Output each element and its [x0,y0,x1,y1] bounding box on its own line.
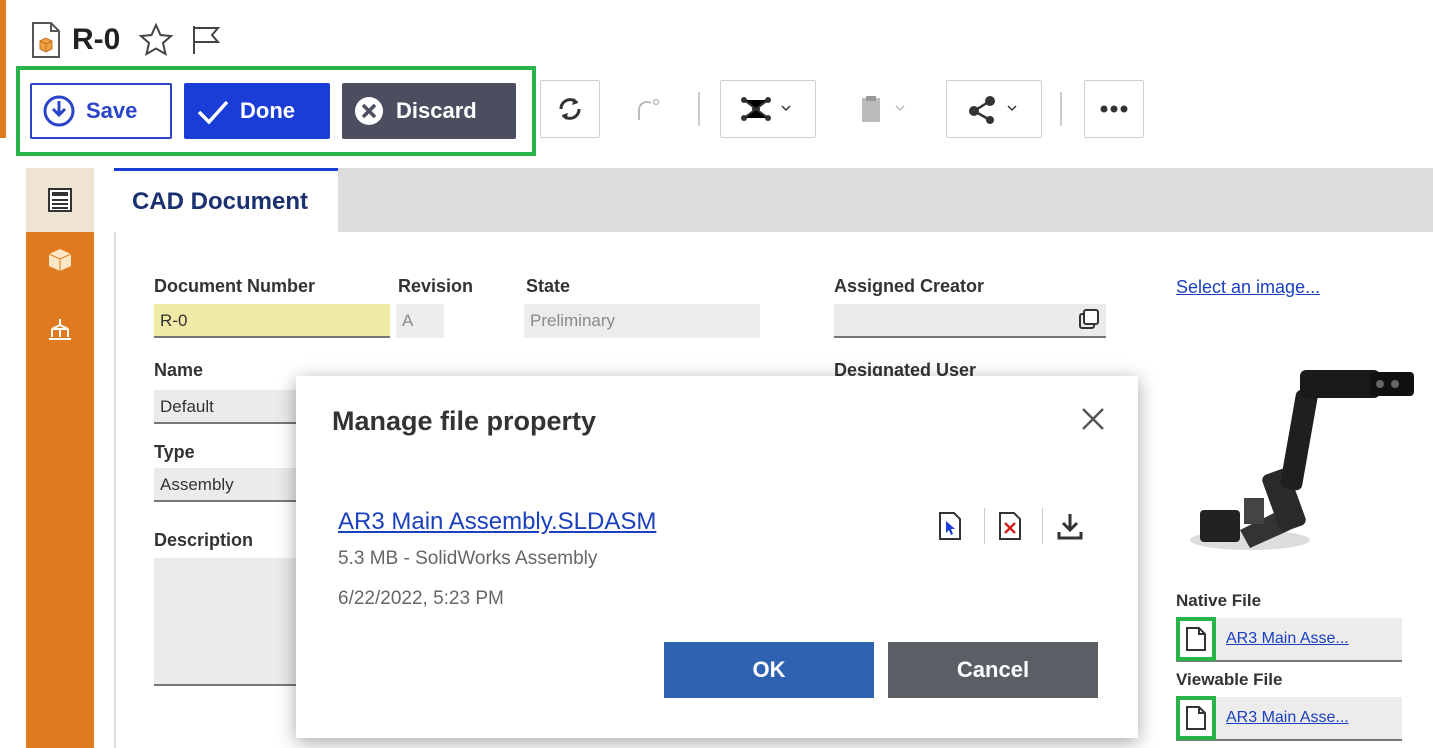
save-button[interactable]: Save [30,83,172,139]
cube-icon [48,249,72,271]
type-label: Type [154,442,195,462]
cancel-button[interactable]: Cancel [888,642,1098,698]
nav-item-form[interactable] [26,168,94,232]
native-file-link[interactable]: AR3 Main Asse... [1226,630,1349,648]
icon-divider [1042,508,1043,544]
nav-item-structure[interactable] [26,308,94,352]
discard-label: Discard [396,98,477,123]
title-row: R-0 [30,18,238,62]
nav-item-3d-view[interactable] [26,238,94,282]
save-icon [43,95,75,127]
done-label: Done [240,98,295,123]
share-icon [969,96,1017,124]
viewable-file-link[interactable]: AR3 Main Asse... [1226,709,1349,727]
star-icon[interactable] [138,22,174,58]
manage-file-property-dialog: Manage file property AR3 Main Assembly.S… [296,376,1138,738]
cad-document-icon [30,21,62,59]
app-window: R-0 Save Done Discard CAD Document Docum… [0,0,1433,748]
discard-button[interactable]: Discard [342,83,516,139]
more-options-button[interactable] [1084,80,1144,138]
revision-label: Revision [398,276,474,296]
refresh-icon [559,98,581,120]
structure-menu-button[interactable] [720,80,816,138]
share-menu-button[interactable] [946,80,1042,138]
clipboard-icon [862,96,905,122]
file-date: 6/22/2022, 5:23 PM [338,588,504,609]
download-icon[interactable] [1052,506,1088,546]
discard-icon [355,97,383,125]
structure-icon [741,97,791,121]
done-button[interactable]: Done [184,83,330,139]
primary-actions-group: Save Done Discard [16,66,536,156]
toolbar-divider [1060,92,1062,126]
native-file-icon[interactable] [1176,617,1216,661]
tab-cad-document[interactable]: CAD Document [114,168,338,232]
tab-label: CAD Document [132,187,309,215]
file-name-link[interactable]: AR3 Main Assembly.SLDASM [338,508,656,536]
accent-bar [0,0,6,138]
select-file-icon[interactable] [932,506,968,546]
save-label: Save [86,98,138,123]
ok-button[interactable]: OK [664,642,874,698]
native-file-label: Native File [1176,591,1262,610]
file-meta: 5.3 MB - SolidWorks Assembly [338,548,598,569]
description-label: Description [154,530,254,550]
refresh-button[interactable] [540,80,600,138]
select-dialog-icon[interactable] [1078,308,1100,330]
state-field: Preliminary [524,304,760,338]
ellipsis-icon [1100,105,1128,113]
checkmark-icon [197,100,229,125]
description-field[interactable] [154,558,304,686]
robot-arm-thumbnail [1170,360,1420,570]
state-label: State [526,276,571,296]
name-label: Name [154,360,204,380]
close-icon[interactable] [1078,404,1108,434]
revision-field: A [396,304,444,338]
redo-button[interactable] [616,80,676,138]
form-icon [48,188,72,212]
native-file-field: AR3 Main Asse... [1176,617,1402,662]
clipboard-menu-button[interactable] [834,80,930,138]
flag-icon[interactable] [188,22,224,58]
content-border [114,232,116,748]
assigned-creator-field[interactable] [834,304,1106,338]
document-number-field[interactable]: R-0 [154,304,390,338]
viewable-file-icon[interactable] [1176,696,1216,740]
type-field[interactable]: Assembly [154,468,304,502]
dialog-title: Manage file property [332,406,597,436]
structure-tree-icon [49,319,71,340]
redo-icon [637,98,660,120]
viewable-file-label: Viewable File [1176,670,1283,689]
remove-file-icon[interactable] [992,506,1028,546]
toolbar-divider [698,92,700,126]
select-image-link[interactable]: Select an image... [1176,277,1320,298]
document-number-label: Document Number [154,276,316,296]
page-title: R-0 [72,23,121,56]
icon-divider [984,508,985,544]
assigned-creator-label: Assigned Creator [834,276,985,296]
name-field[interactable]: Default [154,390,304,424]
viewable-file-field: AR3 Main Asse... [1176,696,1402,741]
